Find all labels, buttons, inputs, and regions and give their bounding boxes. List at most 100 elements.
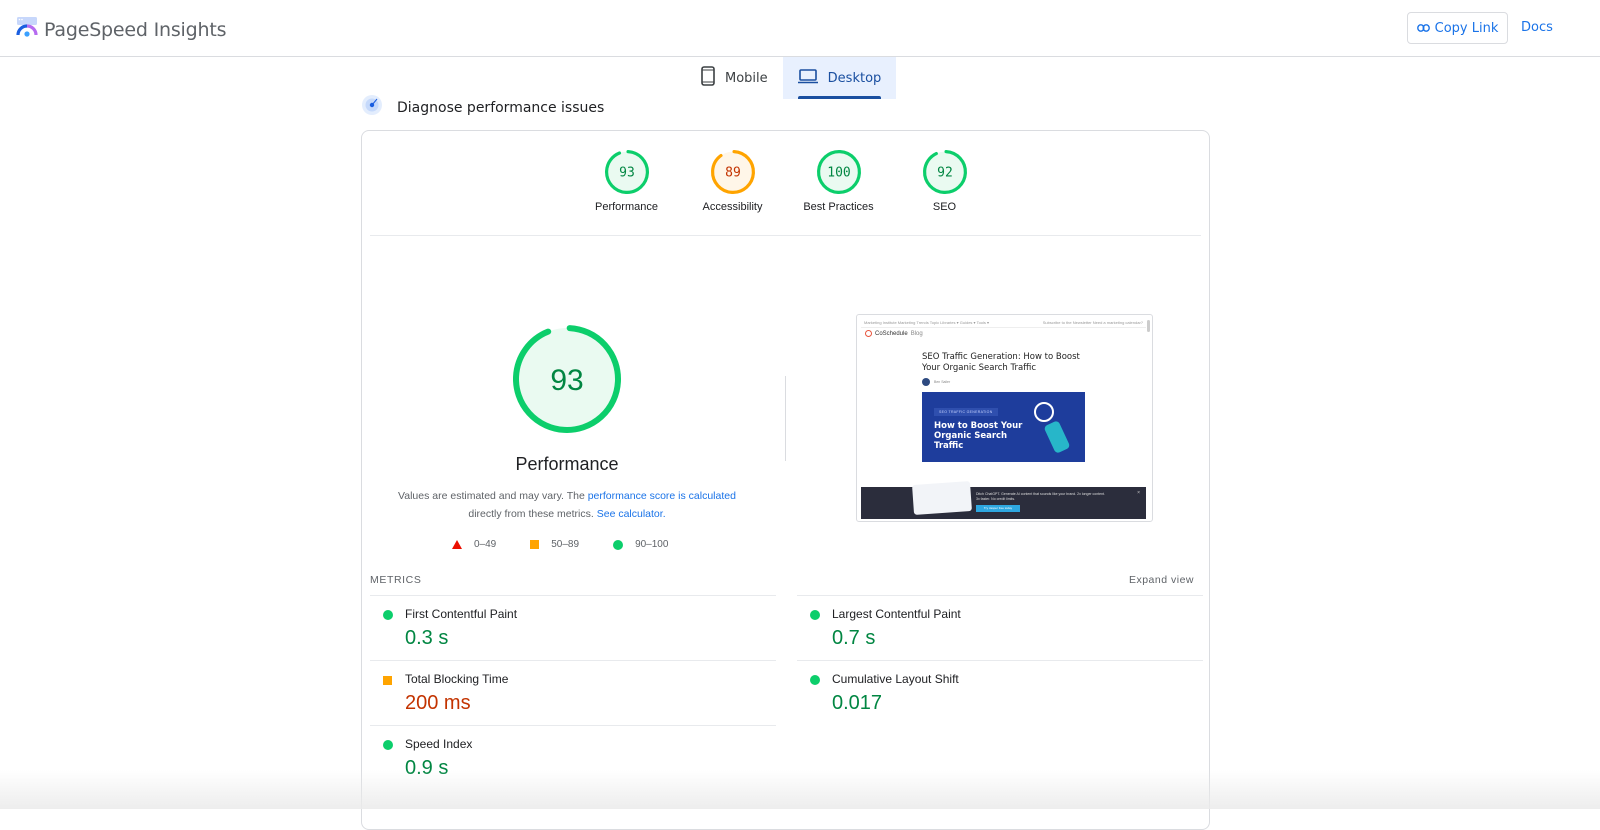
brand-name: CoSchedule (875, 331, 908, 337)
score-calculated-link[interactable]: performance score is calculated (588, 490, 736, 502)
note-text: directly from these metrics. (468, 508, 596, 520)
metric-value: 0.017 (832, 692, 882, 715)
hero-text: How to Boost Your Organic Search Traffic (934, 421, 1029, 451)
legend-poor: 0–49 (452, 539, 496, 550)
legend-range: 90–100 (635, 539, 668, 550)
good-indicator-icon (383, 740, 393, 750)
screenshot-nav: Marketing Institute Marketing Trends Top… (861, 318, 1146, 328)
metrics-heading: METRICS (370, 574, 421, 586)
legend-average: 50–89 (530, 539, 579, 550)
brand-suffix: Blog (911, 331, 923, 337)
score-legend: 0–49 50–89 90–100 (452, 539, 702, 550)
tab-mobile-label: Mobile (725, 71, 768, 86)
score-explanation: Values are estimated and may vary. The p… (382, 487, 752, 523)
circle-icon (613, 540, 623, 550)
gauge-best-practices[interactable]: 100 Best Practices (786, 149, 892, 213)
copy-link-label: Copy Link (1435, 21, 1499, 36)
good-indicator-icon (810, 610, 820, 620)
gauge-seo[interactable]: 92 SEO (892, 149, 998, 213)
good-indicator-icon (383, 610, 393, 620)
gauge-performance[interactable]: 93 Performance (574, 149, 680, 213)
docs-link[interactable]: Docs (1521, 20, 1553, 35)
average-indicator-icon (383, 676, 392, 685)
screenshot-brand: CoSchedule Blog (865, 330, 923, 337)
gauge-ring: 89 (710, 149, 756, 195)
metric-lcp: Largest Contentful Paint 0.7 s (797, 595, 1203, 659)
gauge-score: 100 (827, 166, 850, 181)
laptop-icon (798, 69, 828, 88)
diagnose-section-header: Diagnose performance issues (361, 94, 604, 121)
screenshot-scrollbar (1147, 320, 1150, 332)
category-gauges: 93 Performance 89 Accessibility 100 Best… (362, 149, 1209, 213)
tab-desktop-label: Desktop (828, 71, 882, 86)
gauge-score: 89 (725, 166, 741, 181)
gauge-label: Accessibility (703, 201, 763, 213)
tab-mobile[interactable]: Mobile (686, 57, 783, 99)
metric-tbt: Total Blocking Time 200 ms (370, 660, 776, 724)
gauge-label: Performance (595, 201, 658, 213)
metric-name: Total Blocking Time (405, 672, 508, 686)
vertical-divider (785, 376, 786, 461)
metric-name: Largest Contentful Paint (832, 607, 961, 621)
legend-range: 50–89 (551, 539, 579, 550)
performance-score-gauge: 93 (512, 324, 622, 434)
metric-name: Speed Index (405, 737, 472, 751)
divider (370, 235, 1201, 236)
gauge-label: SEO (933, 201, 956, 213)
screenshot-article-title: SEO Traffic Generation: How to Boost You… (922, 352, 1092, 374)
screenshot-hero-image: SEO TRAFFIC GENERATION How to Boost Your… (922, 392, 1085, 462)
final-screenshot: Marketing Institute Marketing Trends Top… (856, 314, 1153, 522)
metric-cls: Cumulative Layout Shift 0.017 (797, 660, 1203, 724)
note-text: Values are estimated and may vary. The (398, 490, 588, 502)
gauge-ring: 92 (922, 149, 968, 195)
square-icon (530, 540, 539, 549)
see-calculator-link[interactable]: See calculator. (597, 508, 666, 520)
link-icon (1417, 21, 1435, 36)
metric-speed-index: Speed Index 0.9 s (370, 725, 776, 789)
author-avatar (922, 378, 930, 386)
metric-value: 0.3 s (405, 627, 448, 650)
gauge-score: 93 (619, 166, 635, 181)
metric-fcp: First Contentful Paint 0.3 s (370, 595, 776, 659)
logo[interactable]: PageSpeed Insights (16, 16, 226, 43)
legend-good: 90–100 (613, 539, 668, 550)
banner-button: Try Jasper free today (976, 505, 1020, 512)
performance-title: Performance (362, 454, 772, 475)
legend-range: 0–49 (474, 539, 496, 550)
banner-illustration (912, 481, 972, 515)
radar-icon (361, 94, 383, 121)
app-title: PageSpeed Insights (44, 19, 226, 41)
coschedule-logo-icon (865, 330, 872, 337)
nav-left-text: Marketing Institute Marketing Trends Top… (864, 320, 989, 325)
top-bar: PageSpeed Insights Copy Link Docs (0, 0, 1600, 57)
gauge-score: 93 (550, 364, 583, 397)
hero-tag: SEO TRAFFIC GENERATION (934, 408, 998, 416)
expand-view-button[interactable]: Expand view (1129, 574, 1194, 586)
gauge-ring: 93 (604, 149, 650, 195)
gauge-label: Best Practices (803, 201, 873, 213)
report-card: 93 Performance 89 Accessibility 100 Best… (361, 130, 1210, 830)
metric-name: Cumulative Layout Shift (832, 672, 959, 686)
gauge-score: 92 (937, 166, 953, 181)
section-title: Diagnose performance issues (397, 100, 604, 116)
triangle-icon (452, 540, 462, 549)
screenshot-author: Ben Sailer (922, 378, 950, 386)
author-name: Ben Sailer (934, 380, 950, 384)
device-tabs: Mobile Desktop (686, 57, 896, 99)
copy-link-button[interactable]: Copy Link (1407, 12, 1508, 44)
tab-desktop[interactable]: Desktop (783, 57, 897, 99)
screenshot-banner: Ditch ChatGPT. Generate AI content that … (861, 487, 1146, 519)
nav-right-text: Subscribe to the Newsletter Need a marke… (1043, 320, 1143, 325)
metric-value: 0.7 s (832, 627, 875, 650)
good-indicator-icon (810, 675, 820, 685)
smartphone-icon (701, 66, 725, 90)
metric-value: 0.9 s (405, 757, 448, 780)
banner-text: Ditch ChatGPT. Generate AI content that … (976, 492, 1106, 502)
magnifier-icon (1034, 402, 1054, 422)
gauge-accessibility[interactable]: 89 Accessibility (680, 149, 786, 213)
metric-name: First Contentful Paint (405, 607, 517, 621)
pagespeed-logo-icon (16, 16, 38, 43)
close-icon: × (1137, 490, 1140, 496)
gauge-ring: 100 (816, 149, 862, 195)
hand-icon (1043, 420, 1070, 454)
